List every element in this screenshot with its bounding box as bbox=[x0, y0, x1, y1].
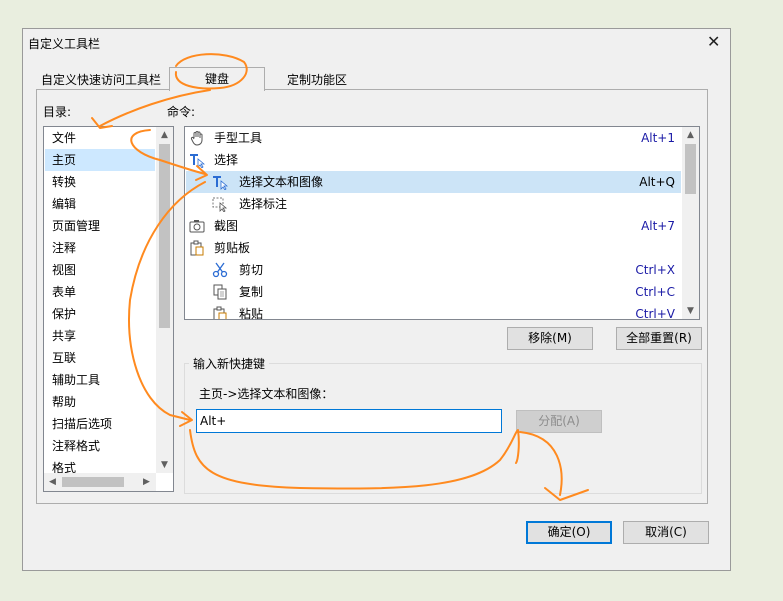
dialog-title: 自定义工具栏 bbox=[28, 37, 101, 51]
commands-vscrollbar[interactable]: ▲ ▼ bbox=[682, 127, 699, 319]
command-row-snapshot[interactable]: 截图 Alt+7 bbox=[186, 215, 681, 237]
paste-icon bbox=[213, 306, 227, 319]
tab-quick-access[interactable]: 自定义快速访问工具栏 bbox=[41, 70, 161, 90]
scroll-up-icon[interactable]: ▲ bbox=[156, 128, 173, 142]
assign-button[interactable]: 分配(A) bbox=[516, 410, 602, 433]
command-shortcut: Ctrl+V bbox=[635, 307, 675, 320]
categories-label: 目录: bbox=[43, 105, 72, 119]
categories-list[interactable]: 文件 主页 转换 编辑 页面管理 注释 视图 表单 保护 共享 互联 辅助工具 … bbox=[43, 126, 174, 492]
categories-hscroll-thumb[interactable] bbox=[62, 477, 124, 487]
command-row-select-text-image[interactable]: 选择文本和图像 Alt+Q bbox=[186, 171, 681, 193]
category-item-comment[interactable]: 注释 bbox=[52, 237, 76, 259]
shortcut-path-label: 主页->选择文本和图像： bbox=[199, 387, 334, 401]
category-item-home[interactable]: 主页 bbox=[52, 149, 76, 171]
category-item-help[interactable]: 帮助 bbox=[52, 391, 76, 413]
category-item-file[interactable]: 文件 bbox=[52, 127, 76, 149]
select-annotation-icon bbox=[212, 197, 228, 212]
category-item-accessibility[interactable]: 辅助工具 bbox=[52, 369, 100, 391]
scroll-right-icon[interactable]: ▶ bbox=[138, 475, 155, 489]
close-icon[interactable]: ✕ bbox=[707, 33, 720, 51]
select-text-icon bbox=[190, 154, 205, 168]
command-row-clipboard[interactable]: 剪贴板 bbox=[186, 237, 681, 259]
scroll-up-icon[interactable]: ▲ bbox=[682, 128, 699, 142]
new-shortcut-input[interactable]: Alt+ bbox=[196, 409, 502, 433]
category-item-view[interactable]: 视图 bbox=[52, 259, 76, 281]
command-row-select[interactable]: 选择 bbox=[186, 149, 681, 171]
cancel-button[interactable]: 取消(C) bbox=[623, 521, 709, 544]
category-item-form[interactable]: 表单 bbox=[52, 281, 76, 303]
command-row-hand-tool[interactable]: 手型工具 Alt+1 bbox=[186, 127, 681, 149]
category-item-comment-format[interactable]: 注释格式 bbox=[52, 435, 100, 457]
category-item-convert[interactable]: 转换 bbox=[52, 171, 76, 193]
category-item-scan-options[interactable]: 扫描后选项 bbox=[52, 413, 112, 435]
command-row-cut[interactable]: 剪切 Ctrl+X bbox=[186, 259, 681, 281]
command-label: 选择标注 bbox=[239, 197, 288, 211]
commands-label: 命令: bbox=[167, 105, 196, 119]
category-item-connect[interactable]: 互联 bbox=[52, 347, 76, 369]
command-row-paste[interactable]: 粘贴 Ctrl+V bbox=[186, 303, 681, 320]
command-shortcut: Ctrl+X bbox=[635, 263, 675, 277]
select-text-image-icon bbox=[213, 176, 228, 190]
customize-toolbar-dialog: 自定义工具栏 ✕ 自定义快速访问工具栏 键盘 定制功能区 目录: 命令: 文件 … bbox=[22, 28, 731, 571]
command-label: 复制 bbox=[239, 285, 264, 299]
commands-list[interactable]: 手型工具 Alt+1 选择 选择文本和图像 Alt+Q 选择标注 截图 Alt+… bbox=[184, 126, 700, 320]
new-shortcut-group: 输入新快捷键 主页->选择文本和图像： Alt+ 分配(A) bbox=[184, 355, 702, 494]
command-label: 剪切 bbox=[239, 263, 264, 277]
command-row-select-annotation[interactable]: 选择标注 bbox=[186, 193, 681, 215]
category-item-edit[interactable]: 编辑 bbox=[52, 193, 76, 215]
command-shortcut: Alt+Q bbox=[639, 175, 675, 189]
scissors-icon bbox=[212, 262, 228, 278]
remove-button[interactable]: 移除(M) bbox=[507, 327, 593, 350]
copy-icon bbox=[213, 284, 227, 300]
categories-scroll-thumb[interactable] bbox=[159, 144, 170, 328]
new-shortcut-group-label: 输入新快捷键 bbox=[189, 355, 270, 372]
camera-icon bbox=[189, 220, 205, 233]
category-item-share[interactable]: 共享 bbox=[52, 325, 76, 347]
commands-scroll-thumb[interactable] bbox=[685, 144, 696, 194]
ok-button[interactable]: 确定(O) bbox=[526, 521, 612, 544]
clipboard-icon bbox=[190, 240, 204, 256]
category-item-protect[interactable]: 保护 bbox=[52, 303, 76, 325]
command-row-copy[interactable]: 复制 Ctrl+C bbox=[186, 281, 681, 303]
scroll-down-icon[interactable]: ▼ bbox=[156, 458, 173, 472]
command-label: 剪贴板 bbox=[214, 241, 251, 255]
command-shortcut: Alt+7 bbox=[641, 219, 675, 233]
command-shortcut: Ctrl+C bbox=[635, 285, 675, 299]
command-label: 手型工具 bbox=[214, 131, 263, 145]
command-label: 粘贴 bbox=[239, 307, 264, 320]
categories-hscrollbar[interactable]: ◀ ▶ bbox=[44, 473, 156, 491]
tab-ribbon[interactable]: 定制功能区 bbox=[287, 70, 347, 90]
categories-vscrollbar[interactable]: ▲ ▼ bbox=[156, 127, 173, 473]
command-label: 选择文本和图像 bbox=[239, 175, 324, 189]
scroll-left-icon[interactable]: ◀ bbox=[44, 475, 61, 489]
category-item-page-management[interactable]: 页面管理 bbox=[52, 215, 100, 237]
tab-keyboard[interactable]: 键盘 bbox=[169, 67, 265, 91]
command-label: 选择 bbox=[214, 153, 239, 167]
hand-icon bbox=[190, 131, 203, 146]
scroll-down-icon[interactable]: ▼ bbox=[682, 304, 699, 318]
command-label: 截图 bbox=[214, 219, 239, 233]
keyboard-tab-panel: 目录: 命令: 文件 主页 转换 编辑 页面管理 注释 视图 表单 保护 共享 … bbox=[36, 89, 708, 504]
reset-all-button[interactable]: 全部重置(R) bbox=[616, 327, 702, 350]
command-shortcut: Alt+1 bbox=[641, 131, 675, 145]
